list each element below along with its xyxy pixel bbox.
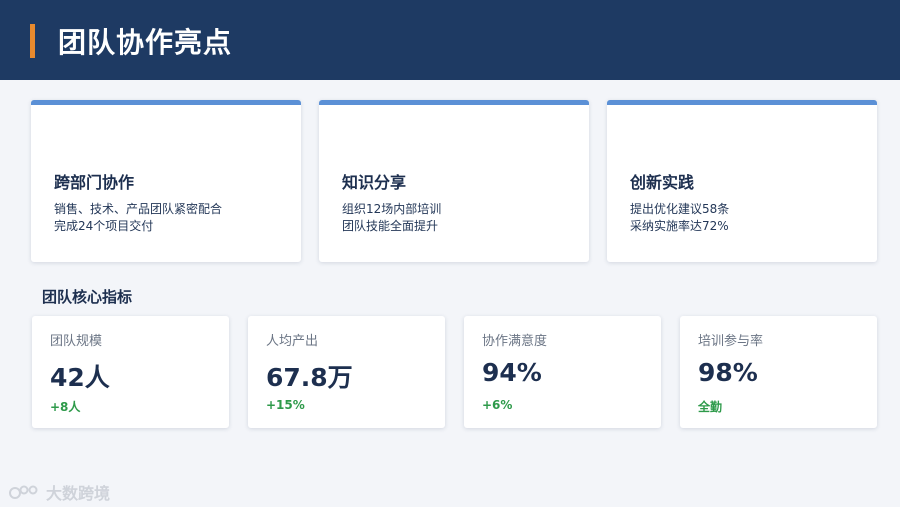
highlight-title: 创新实践 (630, 173, 695, 192)
highlight-card-knowledge: 知识分享 组织12场内部培训 团队技能全面提升 (319, 100, 589, 262)
metric-label: 协作满意度 (482, 334, 548, 349)
highlight-desc-line: 完成24个项目交付 (54, 219, 154, 233)
header-accent-bar (30, 24, 35, 58)
metric-value: 67.8万 (266, 363, 353, 392)
metric-card-output: 人均产出 67.8万 +15% (248, 316, 445, 428)
metric-change: +15% (266, 398, 305, 412)
metric-value: 42人 (50, 363, 110, 392)
metric-card-training: 培训参与率 98% 全勤 (680, 316, 877, 428)
metric-label: 培训参与率 (698, 334, 764, 349)
metric-change: +8人 (50, 400, 81, 414)
page-title: 团队协作亮点 (58, 26, 233, 59)
page-header: 团队协作亮点 (0, 0, 900, 80)
highlight-card-innovation: 创新实践 提出优化建议58条 采纳实施率达72% (607, 100, 877, 262)
brand-logo-icon (9, 485, 38, 499)
metrics-section-title: 团队核心指标 (42, 288, 133, 306)
metric-value: 94% (482, 358, 542, 387)
highlight-title: 知识分享 (342, 173, 407, 192)
highlight-desc-line: 提出优化建议58条 (630, 202, 730, 216)
highlight-title: 跨部门协作 (54, 173, 135, 192)
watermark: 大数跨境 (8, 480, 110, 504)
metric-card-team-size: 团队规模 42人 +8人 (32, 316, 229, 428)
metric-value: 98% (698, 358, 758, 387)
metric-change: +6% (482, 398, 513, 412)
watermark-text: 大数跨境 (46, 484, 111, 503)
metric-change: 全勤 (698, 400, 723, 414)
highlight-desc-line: 团队技能全面提升 (342, 219, 439, 233)
metric-label: 人均产出 (266, 334, 319, 349)
metric-card-satisfaction: 协作满意度 94% +6% (464, 316, 661, 428)
highlight-desc-line: 采纳实施率达72% (630, 219, 729, 233)
metric-label: 团队规模 (50, 334, 103, 349)
highlight-desc-line: 销售、技术、产品团队紧密配合 (54, 202, 223, 216)
highlight-desc-line: 组织12场内部培训 (342, 202, 442, 216)
highlight-card-cross-team: 跨部门协作 销售、技术、产品团队紧密配合 完成24个项目交付 (31, 100, 301, 262)
